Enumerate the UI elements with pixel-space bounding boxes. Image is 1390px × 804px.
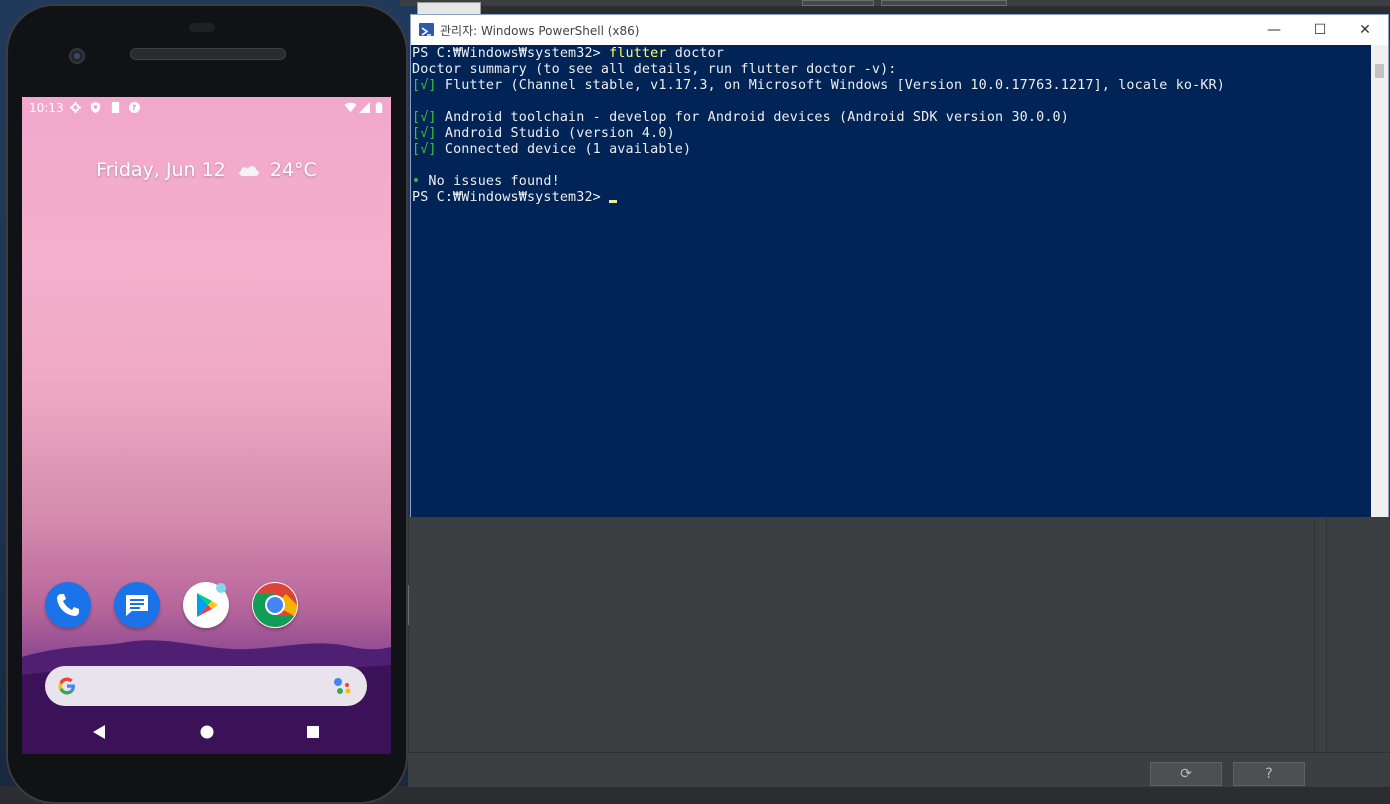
scrollbar-thumb[interactable] (1375, 64, 1384, 78)
powershell-icon (419, 23, 434, 36)
google-search-bar[interactable] (45, 666, 367, 706)
signal-icon (359, 102, 370, 113)
check-mark: [√] (412, 78, 437, 93)
console-text: PS C:₩Windows₩system32> flutter doctor D… (412, 46, 1225, 206)
check-line: Android toolchain - develop for Android … (436, 110, 1069, 125)
title-bar[interactable]: 관리자: Windows PowerShell (x86) — ☐ ✕ (411, 15, 1388, 45)
powershell-window[interactable]: 관리자: Windows PowerShell (x86) — ☐ ✕ PS C… (410, 14, 1389, 517)
maximize-button[interactable]: ☐ (1300, 19, 1340, 41)
google-assistant-icon (334, 678, 351, 694)
date-weather-widget[interactable]: Friday, Jun 12 24°C (22, 159, 391, 181)
check-mark: [√] (412, 110, 437, 125)
doctor-summary: Doctor summary (to see all details, run … (412, 62, 897, 77)
ide-toolbar-chip[interactable] (802, 0, 874, 6)
settings-icon (70, 102, 81, 113)
console-output[interactable]: PS C:₩Windows₩system32> flutter doctor D… (411, 45, 1371, 517)
notification-app-icon (129, 102, 140, 113)
battery-icon (375, 102, 383, 113)
refresh-button[interactable]: ⟳ (1150, 762, 1222, 786)
text-cursor (609, 200, 618, 203)
check-line: Android Studio (version 4.0) (436, 126, 675, 141)
chrome-app-icon[interactable] (252, 582, 298, 628)
vertical-scrollbar[interactable] (1371, 45, 1388, 517)
recents-nav-icon[interactable] (306, 724, 320, 740)
status-time: 10:13 (29, 101, 64, 115)
sim-card-icon (111, 102, 120, 113)
check-mark: [√] (412, 126, 437, 141)
front-camera (69, 48, 85, 64)
prompt: PS C:₩Windows₩system32> (412, 46, 610, 61)
play-store-app-icon[interactable] (183, 582, 229, 628)
refresh-icon: ⟳ (1180, 766, 1192, 782)
ide-divider (408, 585, 409, 625)
status-bar: 10:13 (22, 97, 391, 119)
close-button[interactable]: ✕ (1345, 19, 1385, 41)
result-text: No issues found! (420, 174, 560, 189)
command-args: doctor (666, 46, 725, 61)
result-bullet: • (412, 174, 421, 189)
phone-app-icon[interactable] (45, 582, 91, 628)
ide-toolbar-chip[interactable] (881, 0, 1007, 6)
earpiece (189, 23, 215, 32)
shield-icon (90, 102, 101, 113)
speaker-grill (130, 48, 286, 60)
check-line: Flutter (Channel stable, v1.17.3, on Mic… (436, 78, 1225, 93)
wifi-icon (344, 102, 357, 113)
notification-dot (216, 583, 226, 593)
check-mark: [√] (412, 142, 437, 157)
temperature-text: 24°C (269, 159, 317, 181)
ide-content-panel (408, 515, 1315, 753)
cloud-icon (239, 166, 259, 176)
check-line: Connected device (1 available) (436, 142, 692, 157)
minimize-button[interactable]: — (1254, 19, 1294, 41)
window-title: 관리자: Windows PowerShell (x86) (440, 24, 640, 38)
messages-app-icon[interactable] (114, 582, 160, 628)
back-nav-icon[interactable] (92, 724, 106, 740)
home-screen[interactable]: 10:13 Friday, Jun 12 24°C (22, 97, 391, 754)
prompt: PS C:₩Windows₩system32> (412, 190, 610, 205)
date-text: Friday, Jun 12 (96, 159, 226, 181)
home-nav-icon[interactable] (199, 724, 215, 740)
help-button[interactable]: ? (1233, 762, 1305, 786)
google-logo-icon (58, 677, 75, 695)
command-keyword: flutter (609, 46, 667, 61)
